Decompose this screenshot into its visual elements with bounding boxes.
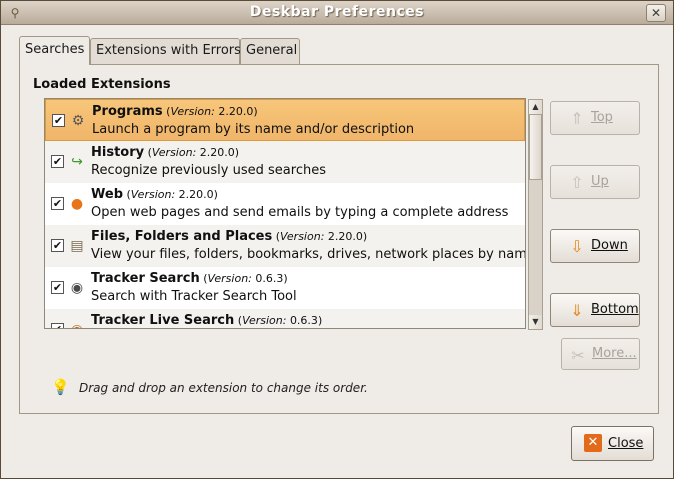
extension-name: Tracker Search (Version: 0.6.3)	[91, 271, 288, 286]
move-up-button[interactable]: ⇧ Up	[550, 165, 640, 199]
move-bottom-button[interactable]: ⇓ Bottom	[550, 293, 640, 327]
title-bar[interactable]: ⚲ Deskbar Preferences ✕	[1, 1, 673, 25]
extension-row[interactable]: ✔ ↪ History (Version: 2.20.0) Recognize pre…	[45, 141, 525, 183]
arrow-top-icon: ⇑	[570, 109, 584, 128]
move-bottom-label: Bottom	[591, 302, 639, 317]
extension-row[interactable]: ✔ ◉ Tracker Search (Version: 0.6.3) Search …	[45, 267, 525, 309]
extension-row[interactable]: ✔ ⚙ Programs (Version: 2.20.0) Launch a pro…	[45, 99, 525, 141]
extension-version: (Version: 2.20.0)	[272, 230, 368, 243]
extension-name-text: Tracker Search	[91, 271, 200, 286]
extension-name-text: History	[91, 145, 145, 160]
extension-description: Search with Tracker Search Tool	[91, 289, 297, 304]
close-button[interactable]: ✕ Close	[571, 426, 654, 461]
extension-name-text: Files, Folders and Places	[91, 229, 273, 244]
tools-icon: ✂	[571, 346, 585, 365]
window-title: Deskbar Preferences	[249, 4, 425, 20]
version-value: 0.6.3	[255, 272, 284, 285]
tracker-icon: ◉	[70, 280, 84, 296]
extension-row[interactable]: ✔ ● Web (Version: 2.20.0) Open web pages an…	[45, 183, 525, 225]
extension-name-text: Web	[91, 187, 123, 202]
scroll-up-arrow-icon[interactable]: ▲	[529, 100, 542, 114]
arrow-up-icon: ⇧	[570, 173, 584, 192]
extension-name-text: Tracker Live Search	[91, 313, 235, 328]
list-scrollbar[interactable]: ▲ ▼	[528, 99, 543, 330]
lightbulb-icon: 💡	[51, 378, 70, 396]
extension-enabled-checkbox[interactable]: ✔	[51, 281, 64, 294]
tracker-live-icon: ◉	[68, 321, 86, 328]
move-top-label: Top	[591, 110, 613, 125]
extension-version: (Version: 0.6.3)	[234, 314, 323, 327]
more-button[interactable]: ✂ More...	[561, 338, 640, 370]
version-label: Version:	[170, 105, 215, 118]
version-label: Version:	[207, 272, 252, 285]
arrow-down-icon: ⇩	[570, 237, 584, 256]
version-value: 2.20.0	[199, 146, 235, 159]
scroll-down-arrow-icon[interactable]: ▼	[529, 315, 542, 329]
extension-enabled-checkbox[interactable]: ✔	[51, 197, 64, 210]
tab-searches[interactable]: Searches	[19, 36, 90, 65]
extension-name-text: Programs	[92, 104, 163, 119]
scroll-thumb[interactable]	[529, 114, 542, 180]
extension-description: Launch a program by its name and/or desc…	[92, 122, 415, 137]
extension-name: History (Version: 2.20.0)	[91, 145, 239, 160]
extension-name: Tracker Live Search (Version: 0.6.3)	[91, 313, 322, 328]
window-close-icon[interactable]: ✕	[646, 4, 666, 22]
extension-version: (Version: 2.20.0)	[123, 188, 218, 201]
extension-row[interactable]: ✔ ◉ Tracker Live Search (Version: 0.6.3)	[45, 309, 525, 328]
extension-enabled-checkbox[interactable]: ✔	[51, 239, 64, 252]
extensions-list[interactable]: ✔ ⚙ Programs (Version: 2.20.0) Launch a pro…	[44, 98, 526, 329]
extension-description: Recognize previously used searches	[91, 163, 326, 178]
extension-name: Web (Version: 2.20.0)	[91, 187, 218, 202]
version-value: 2.20.0	[218, 105, 254, 118]
extension-name: Files, Folders and Places (Version: 2.20…	[91, 229, 367, 244]
move-down-button[interactable]: ⇩ Down	[550, 229, 640, 263]
extension-enabled-checkbox[interactable]: ✔	[52, 114, 65, 127]
programs-icon: ⚙	[71, 113, 85, 129]
version-value: 0.6.3	[289, 314, 318, 327]
loaded-extensions-heading: Loaded Extensions	[33, 77, 171, 92]
web-icon: ●	[70, 196, 84, 212]
move-top-button[interactable]: ⇑ Top	[550, 101, 640, 135]
extension-enabled-checkbox[interactable]: ✔	[51, 323, 64, 328]
version-label: Version:	[242, 314, 287, 327]
version-value: 2.20.0	[327, 230, 363, 243]
version-value: 2.20.0	[178, 188, 214, 201]
move-up-label: Up	[591, 174, 609, 189]
close-icon: ✕	[584, 434, 602, 452]
version-label: Version:	[280, 230, 325, 243]
close-label: Close	[608, 436, 644, 451]
history-arrow-icon: ↪	[71, 154, 83, 170]
tab-extensions-with-errors[interactable]: Extensions with Errors	[90, 38, 241, 64]
more-label: More...	[592, 346, 637, 361]
extension-description: View your files, folders, bookmarks, dri…	[91, 247, 526, 262]
drag-drop-hint: Drag and drop an extension to change its…	[79, 381, 368, 395]
extension-version: (Version: 2.20.0)	[144, 146, 240, 159]
extension-version: (Version: 2.20.0)	[162, 105, 258, 118]
extension-row[interactable]: ✔ ▤ Files, Folders and Places (Version: 2.…	[45, 225, 525, 267]
files-icon: ▤	[70, 238, 84, 254]
extension-enabled-checkbox[interactable]: ✔	[51, 155, 64, 168]
arrow-bottom-icon: ⇓	[570, 301, 584, 320]
move-down-label: Down	[591, 238, 628, 253]
version-label: Version:	[151, 146, 197, 159]
tab-general[interactable]: General	[240, 38, 300, 64]
extension-name: Programs (Version: 2.20.0)	[92, 104, 258, 119]
extension-version: (Version: 0.6.3)	[199, 272, 288, 285]
version-label: Version:	[130, 188, 176, 201]
extension-description: Open web pages and send emails by typing…	[91, 205, 509, 220]
